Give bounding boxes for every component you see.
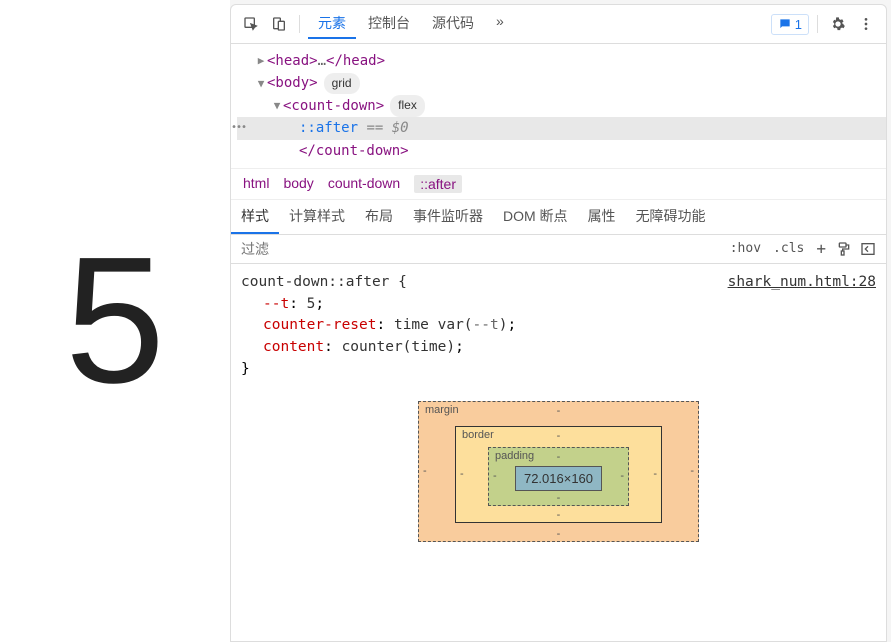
crumb-after[interactable]: ::after <box>414 175 462 193</box>
box-model: margin - - - - border - - - - padding - … <box>231 389 886 542</box>
styles-sub-tabs: 样式 计算样式 布局 事件监听器 DOM 断点 属性 无障碍功能 <box>231 200 886 235</box>
sub-tab-dom-breakpoints[interactable]: DOM 断点 <box>493 200 578 234</box>
css-prop-content[interactable]: content <box>263 339 324 355</box>
margin-bottom-val[interactable]: - <box>557 528 561 540</box>
css-source-link[interactable]: shark_num.html:28 <box>728 272 876 294</box>
issues-badge[interactable]: 1 <box>771 14 809 35</box>
margin-top-val[interactable]: - <box>557 405 561 417</box>
device-toggle-icon[interactable] <box>267 12 291 36</box>
border-label: border <box>462 429 494 441</box>
issues-count: 1 <box>795 17 802 32</box>
more-icon[interactable] <box>854 12 878 36</box>
devtools-toolbar: 元素 控制台 源代码 » 1 <box>231 5 886 44</box>
ellipsis: … <box>318 50 326 72</box>
tab-console[interactable]: 控制台 <box>358 9 420 39</box>
tab-overflow[interactable]: » <box>486 9 514 39</box>
styles-filter-input[interactable] <box>237 235 724 263</box>
gear-icon[interactable] <box>826 12 850 36</box>
crumb-countdown[interactable]: count-down <box>328 175 400 193</box>
crumb-body[interactable]: body <box>283 175 313 193</box>
tab-sources[interactable]: 源代码 <box>422 9 484 39</box>
border-top-val[interactable]: - <box>557 430 561 442</box>
box-model-content[interactable]: 72.016×160 <box>515 466 602 491</box>
padding-bottom-val[interactable]: - <box>557 492 561 504</box>
separator <box>299 15 300 33</box>
tab-elements[interactable]: 元素 <box>308 9 356 39</box>
devtools-panel: 元素 控制台 源代码 » 1 ▶ <head>…</head> ▼ <body>… <box>230 4 887 642</box>
sub-tab-properties[interactable]: 属性 <box>578 200 626 234</box>
margin-right-val[interactable]: - <box>690 465 694 477</box>
countdown-open-tag: <count-down> <box>283 95 384 117</box>
inspect-icon[interactable] <box>239 12 263 36</box>
dom-tree[interactable]: ▶ <head>…</head> ▼ <body> grid ▼ <count-… <box>231 44 886 168</box>
css-rule-close: } <box>241 359 876 381</box>
css-var-t[interactable]: --t <box>473 317 499 333</box>
new-rule-button[interactable]: + <box>810 236 832 261</box>
crumb-html[interactable]: html <box>243 175 269 193</box>
separator <box>817 15 818 33</box>
margin-left-val[interactable]: - <box>423 465 427 477</box>
breadcrumb: html body count-down ::after <box>231 168 886 200</box>
css-val-counter-reset-pre: time var( <box>394 317 473 333</box>
padding-top-val[interactable]: - <box>557 451 561 463</box>
pseudo-after: ::after <box>299 117 358 139</box>
css-prop-counter-reset[interactable]: counter-reset <box>263 317 377 333</box>
head-close-tag: </head> <box>326 50 385 72</box>
dom-node-countdown[interactable]: ▼ <count-down> flex <box>237 95 886 117</box>
padding-right-val[interactable]: - <box>620 470 624 482</box>
cls-button[interactable]: .cls <box>767 238 810 259</box>
border-right-val[interactable]: - <box>653 468 657 480</box>
padding-left-val[interactable]: - <box>493 470 497 482</box>
panel-toggle-icon[interactable] <box>856 237 880 261</box>
css-prop-t[interactable]: --t <box>263 296 289 312</box>
css-val-content[interactable]: counter(time) <box>342 339 456 355</box>
sub-tab-event-listeners[interactable]: 事件监听器 <box>403 200 493 234</box>
dom-node-after-pseudo[interactable]: ::after == $0 <box>237 117 886 139</box>
sub-tab-layout[interactable]: 布局 <box>355 200 403 234</box>
padding-label: padding <box>495 450 534 462</box>
flex-badge[interactable]: flex <box>390 95 425 116</box>
css-rule-block[interactable]: shark_num.html:28 count-down::after { --… <box>231 264 886 389</box>
box-model-margin[interactable]: margin - - - - border - - - - padding - … <box>418 401 699 542</box>
dom-node-body[interactable]: ▼ <body> grid <box>237 72 886 94</box>
countdown-close-tag: </count-down> <box>299 140 409 162</box>
border-left-val[interactable]: - <box>460 468 464 480</box>
styles-filter-row: :hov .cls + <box>231 235 886 264</box>
dom-node-head[interactable]: ▶ <head>…</head> <box>237 50 886 72</box>
paint-icon[interactable] <box>832 237 856 261</box>
grid-badge[interactable]: grid <box>324 73 360 94</box>
sub-tab-styles[interactable]: 样式 <box>231 200 279 234</box>
box-model-padding[interactable]: padding - - - - 72.016×160 <box>488 447 629 506</box>
equals: == <box>366 117 383 139</box>
border-bottom-val[interactable]: - <box>557 509 561 521</box>
sub-tab-computed[interactable]: 计算样式 <box>279 200 355 234</box>
window-id: $0 <box>392 117 409 139</box>
hov-button[interactable]: :hov <box>724 238 767 259</box>
dom-node-countdown-close[interactable]: </count-down> <box>237 140 886 162</box>
margin-label: margin <box>425 404 459 416</box>
rendered-countdown-output: 5 <box>65 231 165 411</box>
head-open-tag: <head> <box>267 50 318 72</box>
body-open-tag: <body> <box>267 72 318 94</box>
box-model-border[interactable]: border - - - - padding - - - - 72.016×16… <box>455 426 662 523</box>
sub-tab-accessibility[interactable]: 无障碍功能 <box>626 200 716 234</box>
